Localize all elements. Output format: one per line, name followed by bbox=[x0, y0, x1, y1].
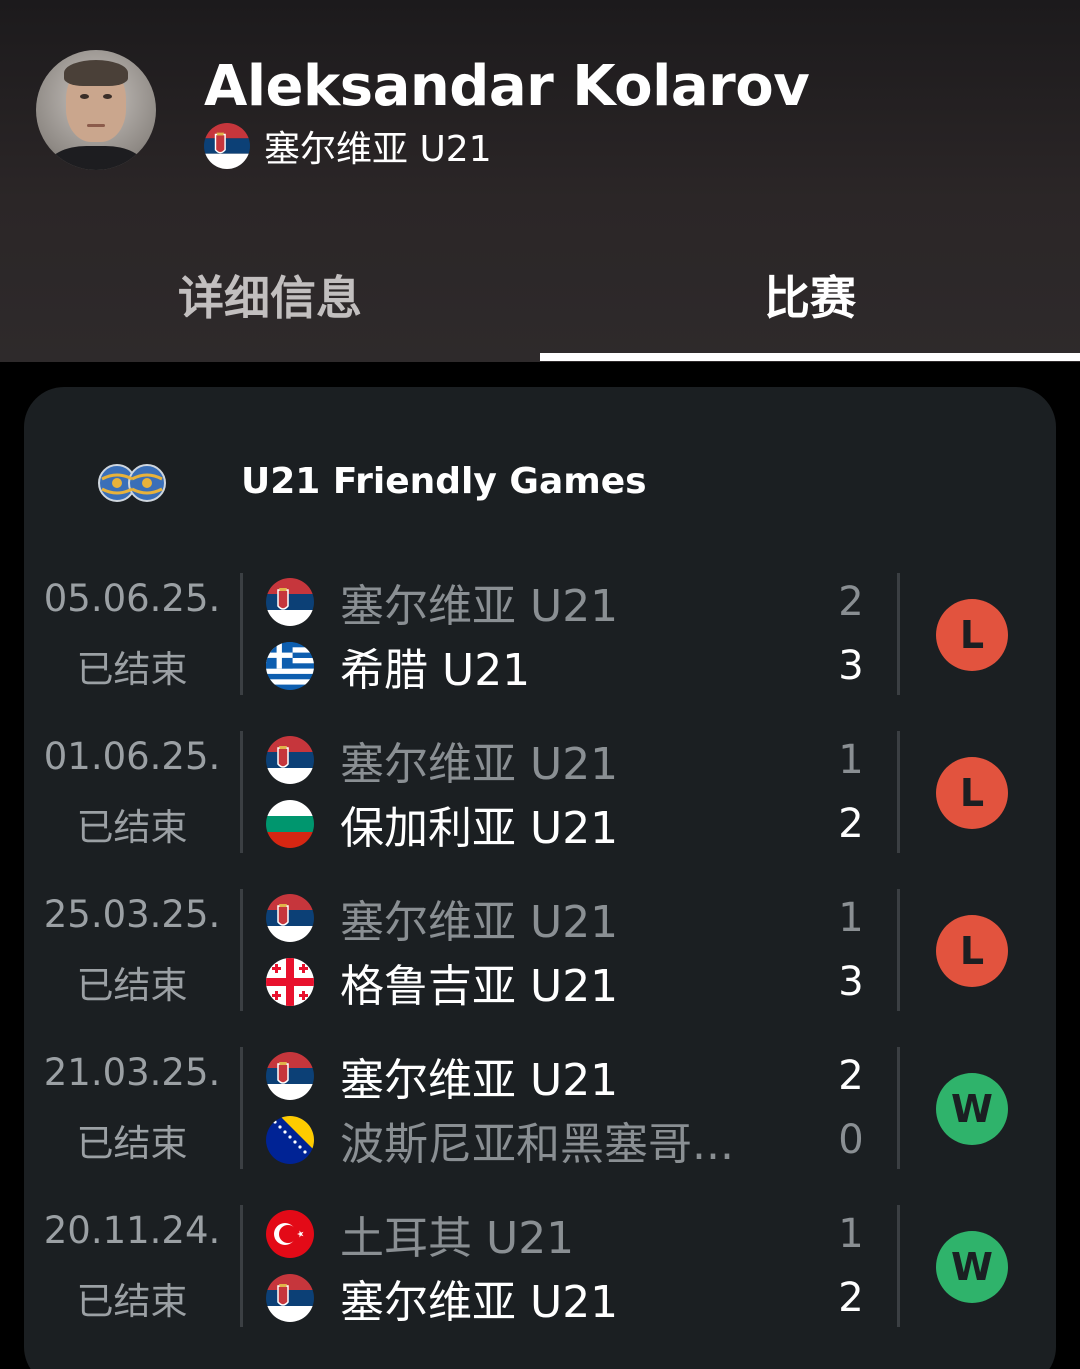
away-team: 格鲁吉亚 U21 bbox=[266, 954, 866, 1012]
home-score: 1 bbox=[838, 1211, 864, 1257]
away-score: 3 bbox=[838, 959, 864, 1005]
home-team-name: 塞尔维亚 U21 bbox=[340, 739, 619, 790]
match-date: 21.03.25. bbox=[43, 1051, 221, 1094]
divider bbox=[897, 1047, 900, 1169]
divider bbox=[240, 731, 243, 853]
result-badge: W bbox=[936, 1073, 1008, 1145]
match-status: 已结束 bbox=[76, 1280, 188, 1323]
greece-flag-icon bbox=[266, 642, 314, 690]
serbia-flag-icon bbox=[266, 1052, 314, 1100]
matches-card: U21 Friendly Games 05.06.25. 已结束 塞尔维亚 U21 2… bbox=[24, 387, 1056, 1369]
home-team-name: 土耳其 U21 bbox=[340, 1213, 575, 1264]
divider bbox=[897, 573, 900, 695]
result-badge: L bbox=[936, 599, 1008, 671]
coach-name: Aleksandar Kolarov bbox=[204, 54, 810, 119]
coach-header: Aleksandar Kolarov 塞尔维亚 U21 详细信息 比赛 bbox=[0, 0, 1080, 362]
tab-matches[interactable]: 比赛 bbox=[540, 240, 1080, 350]
home-score: 2 bbox=[838, 579, 864, 625]
away-score: 2 bbox=[838, 1275, 864, 1321]
serbia-flag-icon bbox=[266, 578, 314, 626]
away-team-name: 塞尔维亚 U21 bbox=[340, 1277, 619, 1328]
away-team: 希腊 U21 bbox=[266, 638, 866, 696]
home-team: 塞尔维亚 U21 bbox=[266, 732, 866, 790]
coach-team[interactable]: 塞尔维亚 U21 bbox=[204, 120, 492, 172]
away-team-name: 保加利亚 U21 bbox=[340, 803, 619, 854]
divider bbox=[240, 573, 243, 695]
home-team: 塞尔维亚 U21 bbox=[266, 574, 866, 632]
match-status: 已结束 bbox=[76, 648, 188, 691]
friendly-games-icon bbox=[98, 464, 166, 502]
result-badge: L bbox=[936, 915, 1008, 987]
competition-header[interactable]: U21 Friendly Games bbox=[24, 447, 1056, 519]
active-tab-indicator bbox=[540, 353, 1080, 361]
result-badge: W bbox=[936, 1231, 1008, 1303]
match-status: 已结束 bbox=[76, 806, 188, 849]
match-status: 已结束 bbox=[76, 964, 188, 1007]
competition-name: U21 Friendly Games bbox=[241, 461, 647, 502]
home-score: 2 bbox=[838, 1053, 864, 1099]
divider bbox=[897, 731, 900, 853]
serbia-flag-icon bbox=[266, 736, 314, 784]
coach-team-name: 塞尔维亚 U21 bbox=[264, 129, 492, 170]
home-team: 塞尔维亚 U21 bbox=[266, 1048, 866, 1106]
divider bbox=[897, 1205, 900, 1327]
match-date: 20.11.24. bbox=[43, 1209, 221, 1252]
away-team: 波斯尼亚和黑塞哥... bbox=[266, 1112, 866, 1170]
away-team: 保加利亚 U21 bbox=[266, 796, 866, 854]
away-team-name: 格鲁吉亚 U21 bbox=[340, 961, 619, 1012]
match-row[interactable]: 25.03.25. 已结束 塞尔维亚 U21 1 格鲁吉亚 U21 3 L bbox=[24, 889, 1056, 1013]
divider bbox=[240, 1205, 243, 1327]
divider bbox=[897, 889, 900, 1011]
divider bbox=[240, 1047, 243, 1169]
match-row[interactable]: 01.06.25. 已结束 塞尔维亚 U21 1 保加利亚 U21 2 L bbox=[24, 731, 1056, 855]
tab-bar: 详细信息 比赛 bbox=[0, 240, 1080, 362]
home-team: 塞尔维亚 U21 bbox=[266, 890, 866, 948]
home-score: 1 bbox=[838, 895, 864, 941]
home-team-name: 塞尔维亚 U21 bbox=[340, 897, 619, 948]
away-score: 3 bbox=[838, 643, 864, 689]
match-status: 已结束 bbox=[76, 1122, 188, 1165]
match-row[interactable]: 20.11.24. 已结束 土耳其 U21 1 塞尔维亚 U21 2 W bbox=[24, 1205, 1056, 1329]
serbia-flag-icon bbox=[204, 123, 250, 169]
away-score: 2 bbox=[838, 801, 864, 847]
home-team-name: 塞尔维亚 U21 bbox=[340, 581, 619, 632]
match-row[interactable]: 21.03.25. 已结束 塞尔维亚 U21 2 波斯尼亚和黑塞哥... 0 W bbox=[24, 1047, 1056, 1171]
away-team: 塞尔维亚 U21 bbox=[266, 1270, 866, 1328]
match-date: 01.06.25. bbox=[43, 735, 221, 778]
home-score: 1 bbox=[838, 737, 864, 783]
match-date: 25.03.25. bbox=[43, 893, 221, 936]
away-team-name: 波斯尼亚和黑塞哥... bbox=[340, 1119, 734, 1170]
bulgaria-flag-icon bbox=[266, 800, 314, 848]
home-team-name: 塞尔维亚 U21 bbox=[340, 1055, 619, 1106]
bosnia-flag-icon bbox=[266, 1116, 314, 1164]
serbia-flag-icon bbox=[266, 1274, 314, 1322]
away-team-name: 希腊 U21 bbox=[340, 645, 531, 696]
coach-avatar bbox=[36, 50, 156, 170]
result-badge: L bbox=[936, 757, 1008, 829]
tab-details[interactable]: 详细信息 bbox=[0, 240, 540, 350]
match-row[interactable]: 05.06.25. 已结束 塞尔维亚 U21 2 希腊 U21 3 L bbox=[24, 573, 1056, 697]
serbia-flag-icon bbox=[266, 894, 314, 942]
away-score: 0 bbox=[838, 1117, 864, 1163]
georgia-flag-icon bbox=[266, 958, 314, 1006]
divider bbox=[240, 889, 243, 1011]
match-date: 05.06.25. bbox=[43, 577, 221, 620]
turkey-flag-icon bbox=[266, 1210, 314, 1258]
home-team: 土耳其 U21 bbox=[266, 1206, 866, 1264]
